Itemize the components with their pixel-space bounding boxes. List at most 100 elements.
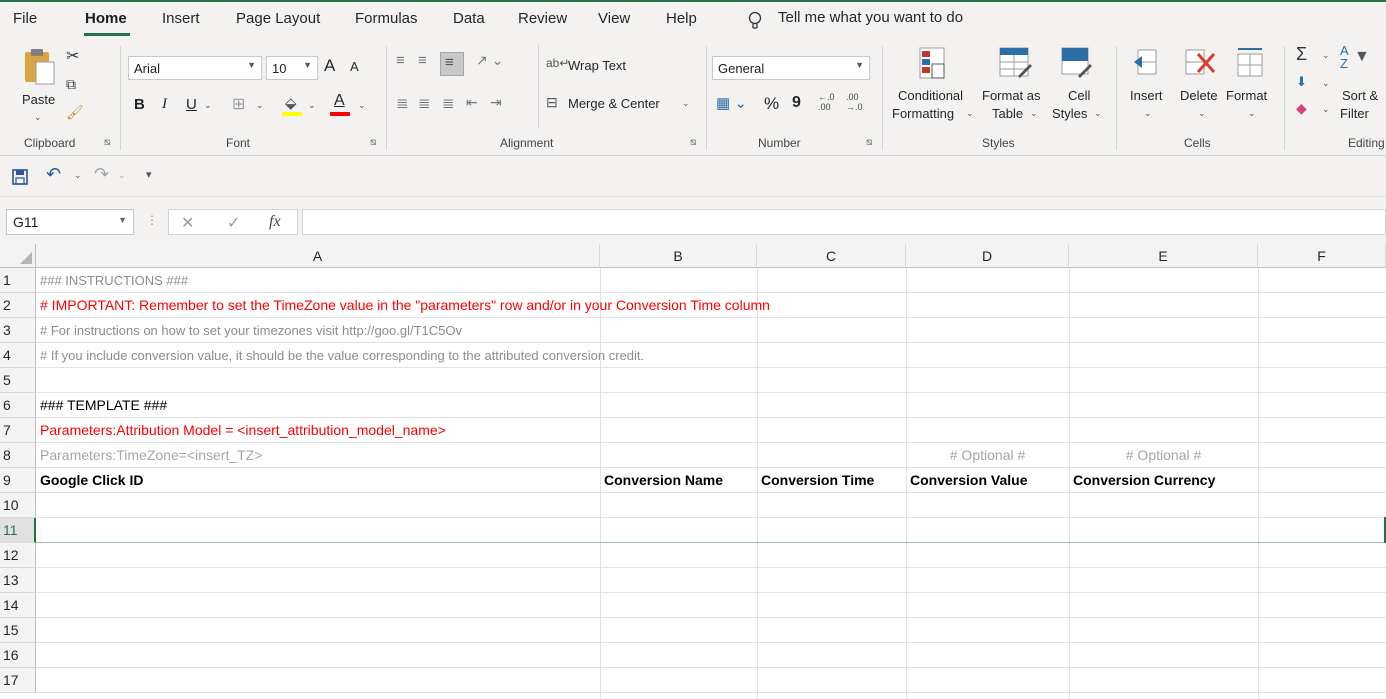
- column-header-c[interactable]: C: [757, 244, 906, 268]
- number-format-combo[interactable]: General ▼: [712, 56, 870, 80]
- comma-style-button[interactable]: 9: [792, 94, 801, 112]
- cell-d9[interactable]: Conversion Value: [907, 468, 1027, 493]
- cell-a6[interactable]: ### TEMPLATE ###: [37, 393, 167, 418]
- italic-button[interactable]: I: [162, 96, 167, 113]
- row-header-6[interactable]: 6: [0, 393, 36, 418]
- decrease-indent-icon[interactable]: ⇤: [466, 94, 478, 111]
- merge-center-button[interactable]: ⊟ Merge & Center ⌄: [546, 94, 696, 116]
- shrink-font-button[interactable]: A: [350, 59, 359, 74]
- grow-font-button[interactable]: A: [324, 56, 335, 76]
- row-header-8[interactable]: 8: [0, 443, 36, 468]
- save-icon[interactable]: [12, 169, 28, 185]
- row-header-9[interactable]: 9: [0, 468, 36, 493]
- clear-icon[interactable]: ◆: [1296, 100, 1307, 117]
- tab-view[interactable]: View: [598, 10, 630, 27]
- autosum-icon[interactable]: Σ: [1296, 44, 1307, 65]
- bold-button[interactable]: B: [134, 96, 145, 113]
- font-size-combo[interactable]: 10 ▼: [266, 56, 318, 80]
- cell-e9[interactable]: Conversion Currency: [1070, 468, 1215, 493]
- tell-me-search[interactable]: Tell me what you want to do: [778, 9, 963, 26]
- redo-icon[interactable]: ↷: [94, 164, 109, 185]
- tab-formulas[interactable]: Formulas: [355, 10, 418, 27]
- increase-decimal-icon[interactable]: ←.0.00: [818, 92, 835, 112]
- more-options-icon[interactable]: ⋮: [146, 213, 158, 227]
- row-header-7[interactable]: 7: [0, 418, 36, 443]
- font-color-button[interactable]: A: [330, 92, 352, 118]
- tab-home[interactable]: Home: [85, 10, 127, 27]
- clipboard-launcher-icon[interactable]: ⧅: [104, 137, 110, 148]
- font-launcher-icon[interactable]: ⧅: [370, 137, 376, 148]
- cell-e8[interactable]: # Optional #: [1069, 443, 1258, 468]
- cancel-icon[interactable]: ✕: [181, 213, 194, 233]
- format-painter-icon[interactable]: 🖌: [66, 104, 84, 121]
- cell-a7[interactable]: Parameters:Attribution Model = <insert_a…: [37, 418, 446, 443]
- customize-qat-icon[interactable]: ▾: [146, 168, 152, 181]
- format-as-table-button[interactable]: Format as Table ⌄: [980, 46, 1050, 130]
- tab-help[interactable]: Help: [666, 10, 697, 27]
- cut-icon[interactable]: ✂: [66, 46, 79, 66]
- delete-cells-button[interactable]: Delete ⌄: [1176, 46, 1226, 130]
- cell-d8[interactable]: # Optional #: [906, 443, 1069, 468]
- fill-color-button[interactable]: ⬙: [282, 94, 304, 118]
- percent-button[interactable]: %: [764, 94, 779, 114]
- align-center-icon[interactable]: ≣: [418, 94, 431, 112]
- row-header-17[interactable]: 17: [0, 668, 36, 693]
- row-header-13[interactable]: 13: [0, 568, 36, 593]
- cell-c9[interactable]: Conversion Time: [758, 468, 874, 493]
- orientation-icon[interactable]: ↗ ⌄: [476, 52, 503, 69]
- cell-a9[interactable]: Google Click ID: [37, 468, 143, 493]
- fill-icon[interactable]: ⬇: [1296, 74, 1307, 90]
- tab-insert[interactable]: Insert: [162, 10, 200, 27]
- insert-cells-button[interactable]: Insert ⌄: [1126, 46, 1170, 130]
- column-header-b[interactable]: B: [600, 244, 757, 268]
- formula-input[interactable]: [302, 209, 1386, 235]
- chevron-down-icon[interactable]: ⌄: [118, 170, 126, 181]
- align-left-icon[interactable]: ≣: [396, 94, 409, 112]
- undo-icon[interactable]: ↶: [46, 164, 61, 185]
- decrease-decimal-icon[interactable]: .00 →.0: [846, 92, 863, 112]
- select-all-button[interactable]: [0, 244, 36, 268]
- cell-a3[interactable]: # For instructions on how to set your ti…: [37, 318, 462, 343]
- row-header-5[interactable]: 5: [0, 368, 36, 393]
- column-header-f[interactable]: F: [1258, 244, 1386, 268]
- chevron-down-icon[interactable]: ⌄: [74, 170, 82, 181]
- accounting-format-icon[interactable]: ▦ ⌄: [716, 94, 747, 112]
- underline-button[interactable]: U: [186, 96, 197, 113]
- row-header-12[interactable]: 12: [0, 543, 36, 568]
- row-header-14[interactable]: 14: [0, 593, 36, 618]
- font-name-combo[interactable]: Arial ▼: [128, 56, 262, 80]
- tab-file[interactable]: File: [13, 10, 37, 27]
- tab-data[interactable]: Data: [453, 10, 485, 27]
- enter-icon[interactable]: ✓: [227, 213, 240, 233]
- align-top-icon[interactable]: ≡: [396, 52, 405, 69]
- paste-button[interactable]: Paste ⌄: [20, 46, 58, 126]
- insert-function-button[interactable]: fx: [269, 213, 281, 231]
- column-header-a[interactable]: A: [36, 244, 600, 268]
- borders-icon[interactable]: ⊞: [232, 94, 245, 114]
- align-middle-icon[interactable]: ≡: [418, 52, 427, 69]
- format-cells-button[interactable]: Format ⌄: [1226, 46, 1276, 130]
- row-header-4[interactable]: 4: [0, 343, 36, 368]
- cell-styles-button[interactable]: Cell Styles ⌄: [1052, 46, 1106, 130]
- column-header-e[interactable]: E: [1069, 244, 1258, 268]
- row-header-3[interactable]: 3: [0, 318, 36, 343]
- increase-indent-icon[interactable]: ⇥: [490, 94, 502, 111]
- conditional-formatting-button[interactable]: Conditional Formatting ⌄: [890, 46, 974, 130]
- column-header-d[interactable]: D: [906, 244, 1069, 268]
- row-header-15[interactable]: 15: [0, 618, 36, 643]
- align-right-icon[interactable]: ≣: [442, 94, 455, 112]
- cell-a1[interactable]: ### INSTRUCTIONS ###: [37, 268, 188, 293]
- copy-icon[interactable]: ⧉: [66, 76, 76, 93]
- row-header-11[interactable]: 11: [0, 518, 36, 543]
- sort-filter-button[interactable]: AZ ▼ Sort & Filter: [1338, 44, 1386, 128]
- cell-a4[interactable]: # If you include conversion value, it sh…: [37, 343, 644, 368]
- cell-a2[interactable]: # IMPORTANT: Remember to set the TimeZon…: [37, 293, 770, 318]
- cell-b9[interactable]: Conversion Name: [601, 468, 723, 493]
- row-header-2[interactable]: 2: [0, 293, 36, 318]
- row-header-10[interactable]: 10: [0, 493, 36, 518]
- wrap-text-button[interactable]: ab↵ Wrap Text: [546, 56, 646, 78]
- tab-page-layout[interactable]: Page Layout: [236, 10, 320, 27]
- row-header-1[interactable]: 1: [0, 268, 36, 293]
- name-box[interactable]: G11 ▼: [6, 209, 134, 235]
- align-bottom-button[interactable]: ≡: [440, 52, 464, 76]
